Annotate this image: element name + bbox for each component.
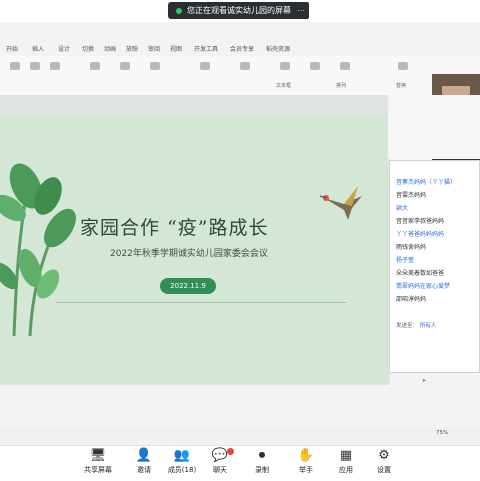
- share-banner-text: 您正在观看诚实幼儿园的屏幕: [187, 6, 291, 15]
- send-to-row[interactable]: 发送至： 所有人: [396, 321, 436, 329]
- tab-slideshow[interactable]: 放映: [126, 44, 138, 53]
- ribbon-tabs: 开始 插入 设计 切换 动画 放映 审阅 视图 开发工具 会员专享 稻壳资源: [0, 40, 480, 56]
- chat-button[interactable]: 💬 聊天: [200, 448, 240, 478]
- replace-label: 替换: [396, 83, 407, 89]
- font-icon[interactable]: [90, 62, 100, 70]
- tab-start[interactable]: 开始: [6, 44, 18, 53]
- hummingbird-illustration: [319, 186, 362, 220]
- apps-button[interactable]: ▦ 应用: [326, 448, 366, 478]
- shape-icon[interactable]: [310, 62, 320, 70]
- pointer-icon: ➤: [422, 378, 427, 384]
- members-icon: 👥: [173, 448, 191, 463]
- chat-message: 音寨杰妈妈（丫丫猫）: [396, 179, 457, 186]
- chat-message: 翡翠妈妈在家心爱梦: [396, 283, 451, 290]
- send-to-value[interactable]: 所有人: [420, 323, 437, 329]
- textbox-icon[interactable]: [280, 62, 290, 70]
- members-button[interactable]: 👥 成员(18): [162, 448, 202, 478]
- apps-icon: ▦: [339, 448, 353, 463]
- tab-docer[interactable]: 稻壳资源: [266, 44, 290, 53]
- chat-message: 邵昭淳妈妈: [396, 296, 427, 303]
- raise-hand-icon: ✋: [297, 448, 315, 463]
- tab-review[interactable]: 审阅: [148, 44, 160, 53]
- slide-canvas[interactable]: 家园合作 “疫”路成长 2022年秋季学期诚实幼儿园家委会会议 2022.11.…: [0, 116, 388, 384]
- settings-button[interactable]: ⚙ 设置: [364, 448, 404, 478]
- task-pane: [388, 95, 480, 159]
- invite-icon: 👤: [135, 448, 153, 463]
- ribbon-toolbar: 文本框 排列 替换: [0, 56, 480, 97]
- chat-icon: 💬: [211, 448, 229, 463]
- arrange-label: 排列: [336, 83, 347, 89]
- arrange-icon[interactable]: [340, 62, 350, 70]
- slide-divider: [56, 302, 346, 303]
- banner-more-icon[interactable]: ⋯: [293, 2, 309, 19]
- zoom-level[interactable]: 75%: [436, 430, 448, 436]
- meeting-toolbar: 🖥 共享屏幕 👤 邀请 👥 成员(18) 💬 聊天 ⏺ 录制 ✋ 举手 ▦ 应用…: [0, 445, 480, 481]
- tab-member[interactable]: 会员专享: [230, 44, 254, 53]
- slide-date-badge: 2022.11.9: [160, 278, 216, 294]
- invite-button[interactable]: 👤 邀请: [124, 448, 164, 478]
- send-to-label: 发送至：: [396, 323, 419, 329]
- tab-insert[interactable]: 插入: [32, 44, 44, 53]
- indent-icon[interactable]: [240, 62, 250, 70]
- chat-message: 颖大: [396, 205, 409, 212]
- side-panel-items: ➤: [410, 378, 480, 428]
- cut-icon[interactable]: [30, 62, 40, 70]
- tab-view[interactable]: 视图: [170, 44, 182, 53]
- record-button[interactable]: ⏺ 录制: [242, 448, 282, 478]
- tab-animation[interactable]: 动画: [104, 44, 116, 53]
- slide-title: 家园合作 “疫”路成长: [80, 217, 269, 239]
- screen-share-icon: 🖥: [89, 448, 107, 463]
- settings-icon: ⚙: [378, 448, 390, 463]
- textbox-label: 文本框: [276, 83, 292, 89]
- align-icon[interactable]: [150, 62, 160, 70]
- tab-transition[interactable]: 切换: [82, 44, 94, 53]
- slide-subtitle: 2022年秋季学期诚实幼儿园家委会会议: [110, 249, 268, 259]
- chat-message: 丫丫爸爸妈妈妈妈: [396, 231, 445, 238]
- record-icon: ⏺: [258, 448, 266, 463]
- plant-illustration: [0, 163, 76, 337]
- chat-unread-badge: [227, 448, 234, 455]
- find-icon[interactable]: [398, 62, 408, 70]
- share-screen-button[interactable]: 🖥 共享屏幕: [78, 448, 118, 478]
- chat-message: 朵朵美着数如爸爸: [396, 270, 445, 277]
- tab-developer[interactable]: 开发工具: [194, 44, 218, 53]
- tab-design[interactable]: 设计: [58, 44, 70, 53]
- paste-icon[interactable]: [10, 62, 20, 70]
- chat-message: 音音家李叔爸妈妈: [396, 218, 445, 225]
- chat-panel[interactable]: 音寨杰妈妈（丫丫猫） 音雲杰妈妈颖大音音家李叔爸妈妈 丫丫爸爸妈妈妈妈 雨钱舍妈妈杨子…: [389, 160, 480, 373]
- live-dot-icon: [176, 7, 182, 14]
- bold-icon[interactable]: [120, 62, 130, 70]
- status-bar: 75%: [0, 427, 480, 441]
- list-icon[interactable]: [200, 62, 210, 70]
- top-banner: 您正在观看诚实幼儿园的屏幕 ⋯: [0, 0, 480, 22]
- raise-hand-button[interactable]: ✋ 举手: [286, 448, 326, 478]
- chat-message: 音雲杰妈妈: [396, 192, 427, 199]
- chat-message: 杨子萱: [396, 257, 415, 264]
- share-banner[interactable]: 您正在观看诚实幼儿园的屏幕: [168, 2, 299, 19]
- chat-message: 雨钱舍妈妈: [396, 244, 427, 251]
- copy-icon[interactable]: [50, 62, 60, 70]
